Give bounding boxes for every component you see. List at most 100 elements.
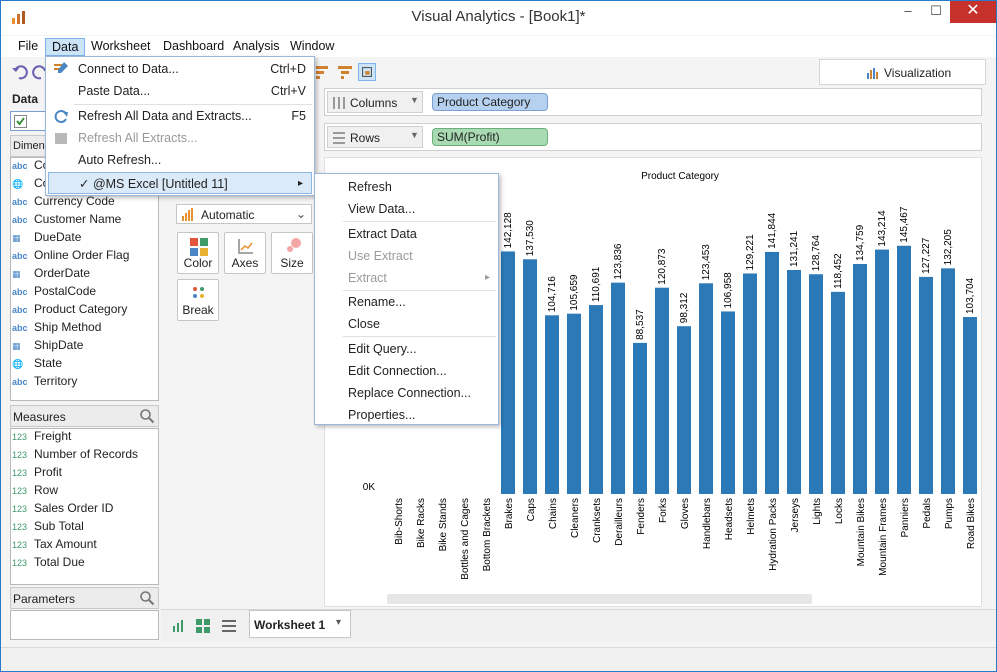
bar[interactable] (809, 274, 823, 494)
chevron-down-icon[interactable]: ▾ (336, 617, 341, 628)
bar[interactable] (765, 251, 779, 494)
dimension-field[interactable]: abc Online Order Flag (12, 248, 129, 265)
number-icon: 123 (12, 540, 28, 550)
bar-value-label: 105,659 (569, 274, 580, 311)
dimension-field[interactable]: abc Territory (12, 374, 77, 391)
measure-field[interactable]: 123 Sales Order ID (12, 501, 113, 518)
rows-pill[interactable]: SUM(Profit) (432, 128, 548, 146)
menu-auto-refresh[interactable]: Auto Refresh... (46, 149, 314, 171)
menu-worksheet[interactable]: Worksheet (85, 38, 157, 56)
measure-field[interactable]: 123 Total Due (12, 555, 85, 572)
undo-icon[interactable] (11, 63, 29, 81)
menu-file[interactable]: File (12, 38, 44, 56)
bar[interactable] (523, 259, 537, 494)
new-worksheet-icon[interactable] (171, 618, 187, 634)
submenu-refresh[interactable]: Refresh (315, 176, 498, 198)
measure-field[interactable]: 123 Tax Amount (12, 537, 97, 554)
category-tick-label: Hydration Packs (768, 498, 779, 571)
bar[interactable] (941, 268, 955, 494)
bar[interactable] (875, 249, 889, 494)
chevron-down-icon[interactable]: ▼ (410, 130, 419, 140)
bar[interactable] (545, 315, 559, 494)
columns-pill[interactable]: Product Category (432, 93, 548, 111)
search-icon[interactable] (139, 408, 155, 424)
columns-shelf-label[interactable]: Columns ▼ (327, 91, 423, 113)
dimension-field[interactable]: ▦ ShipDate (12, 338, 83, 355)
chevron-down-icon[interactable]: ▼ (410, 95, 419, 105)
axes-button[interactable]: Axes (224, 232, 266, 274)
bar[interactable] (611, 282, 625, 494)
bar[interactable] (787, 270, 801, 494)
category-tick-label: Derailleurs (614, 498, 625, 546)
close-button[interactable]: ✕ (950, 1, 996, 23)
menu-connect-to-data[interactable]: Connect to Data... Ctrl+D (46, 58, 314, 80)
submenu-edit-connection[interactable]: Edit Connection... (315, 360, 498, 382)
bar[interactable] (743, 273, 757, 494)
measure-field[interactable]: 123 Sub Total (12, 519, 84, 536)
menu-data[interactable]: Data (45, 38, 86, 56)
dimension-field[interactable]: abc PostalCode (12, 284, 96, 301)
menu-analysis[interactable]: Analysis (227, 38, 286, 56)
menu-dashboard[interactable]: Dashboard (157, 38, 230, 56)
visualization-tab[interactable]: Visualization (819, 59, 986, 85)
bar[interactable] (677, 326, 691, 494)
menu-datasource-excel[interactable]: ✓ @MS Excel [Untitled 11] ▸ (48, 172, 312, 194)
bar[interactable] (897, 245, 911, 494)
sheet-sorter-icon[interactable] (221, 618, 237, 634)
sort-descending-icon[interactable] (336, 63, 354, 81)
dimension-field[interactable]: abc Currency Code (12, 194, 115, 211)
bar[interactable] (567, 313, 581, 494)
horizontal-scrollbar[interactable] (387, 594, 812, 604)
measure-field[interactable]: 123 Freight (12, 429, 71, 446)
submenu-view-data[interactable]: View Data... (315, 198, 498, 220)
measure-field[interactable]: 123 Number of Records (12, 447, 138, 464)
bar[interactable] (589, 305, 603, 494)
bar[interactable] (963, 317, 977, 494)
bar[interactable] (501, 251, 515, 494)
bar[interactable] (853, 264, 867, 494)
rows-shelf[interactable]: Rows ▼ SUM(Profit) (324, 123, 982, 151)
break-button[interactable]: Break (177, 279, 219, 321)
submenu-replace-connection[interactable]: Replace Connection... (315, 382, 498, 404)
color-button[interactable]: Color (177, 232, 219, 274)
globe-icon: 🌐 (12, 359, 24, 369)
dimension-field[interactable]: abc Ship Method (12, 320, 101, 337)
bar[interactable] (633, 342, 647, 494)
dimension-field[interactable]: ▦ DueDate (12, 230, 81, 247)
marks-card: Automatic ⌄ Color Axes Size Break (171, 197, 316, 352)
search-icon[interactable] (139, 590, 155, 606)
size-button[interactable]: Size (271, 232, 313, 274)
worksheet-tab[interactable]: Worksheet 1 ▾ (249, 610, 351, 638)
bar[interactable] (919, 276, 933, 494)
rows-shelf-label[interactable]: Rows ▼ (327, 126, 423, 148)
dimension-field[interactable]: abc Customer Name (12, 212, 121, 229)
bar[interactable] (655, 287, 669, 494)
mark-type-select[interactable]: Automatic ⌄ (176, 204, 312, 224)
submenu-properties[interactable]: Properties... (315, 404, 498, 426)
sort-ascending-icon[interactable] (314, 63, 332, 81)
measure-field[interactable]: 123 Row (12, 483, 58, 500)
bar[interactable] (699, 283, 713, 494)
menu-bar: File Data Worksheet Dashboard Analysis W… (1, 36, 996, 57)
menu-refresh-all[interactable]: Refresh All Data and Extracts... F5 (46, 105, 314, 127)
submenu-rename[interactable]: Rename... (315, 291, 498, 313)
submenu-extract-data[interactable]: Extract Data (315, 223, 498, 245)
dimension-field[interactable]: ▦ OrderDate (12, 266, 90, 283)
number-icon: 123 (12, 522, 28, 532)
data-source-selector[interactable] (10, 111, 46, 131)
fit-view-icon[interactable] (358, 63, 376, 81)
submenu-edit-query[interactable]: Edit Query... (315, 338, 498, 360)
menu-paste-data[interactable]: Paste Data... Ctrl+V (46, 80, 314, 102)
bar[interactable] (831, 291, 845, 494)
break-button-label: Break (182, 303, 214, 317)
menu-window[interactable]: Window (284, 38, 340, 56)
measure-field[interactable]: 123 Profit (12, 465, 62, 482)
maximize-button[interactable]: ☐ (922, 1, 950, 23)
columns-shelf[interactable]: Columns ▼ Product Category (324, 88, 982, 116)
new-dashboard-icon[interactable] (195, 618, 211, 634)
dimension-field[interactable]: 🌐 State (12, 356, 62, 373)
submenu-close[interactable]: Close (315, 313, 498, 335)
minimize-button[interactable]: – (894, 1, 922, 23)
dimension-field[interactable]: abc Product Category (12, 302, 127, 319)
bar[interactable] (721, 311, 735, 494)
